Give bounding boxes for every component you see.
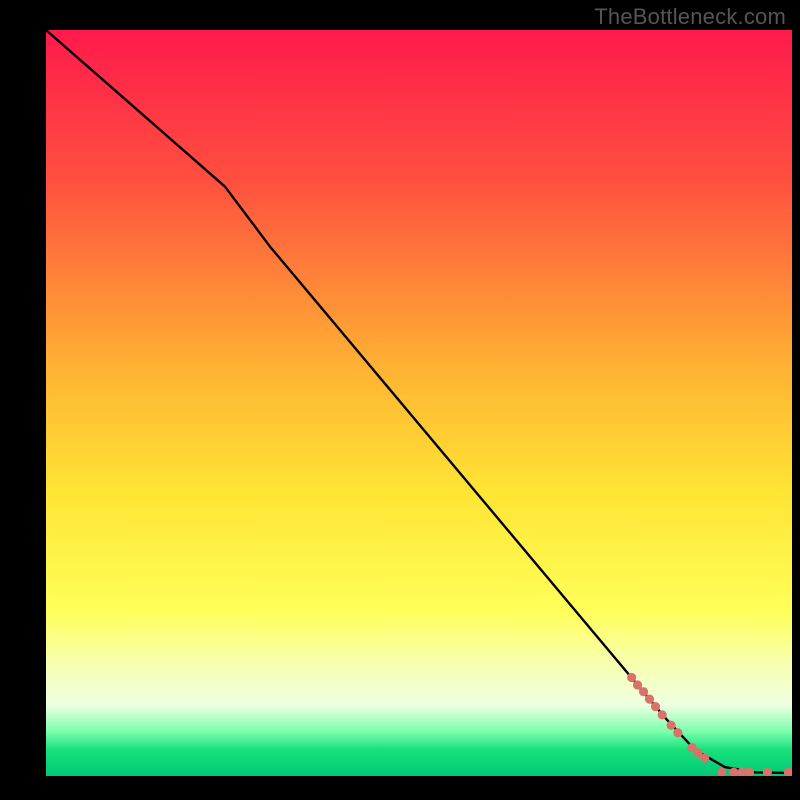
data-point — [651, 702, 660, 711]
data-point — [667, 721, 676, 730]
data-point — [658, 710, 667, 719]
chart-stage: TheBottleneck.com — [0, 0, 800, 800]
data-point — [673, 728, 682, 737]
chart-plot-area — [46, 30, 792, 776]
gradient-background — [46, 30, 792, 776]
chart-svg — [46, 30, 792, 776]
data-point — [700, 754, 709, 763]
watermark-text: TheBottleneck.com — [594, 4, 786, 30]
data-point — [639, 687, 648, 696]
data-point — [627, 673, 636, 682]
data-point — [645, 695, 654, 704]
